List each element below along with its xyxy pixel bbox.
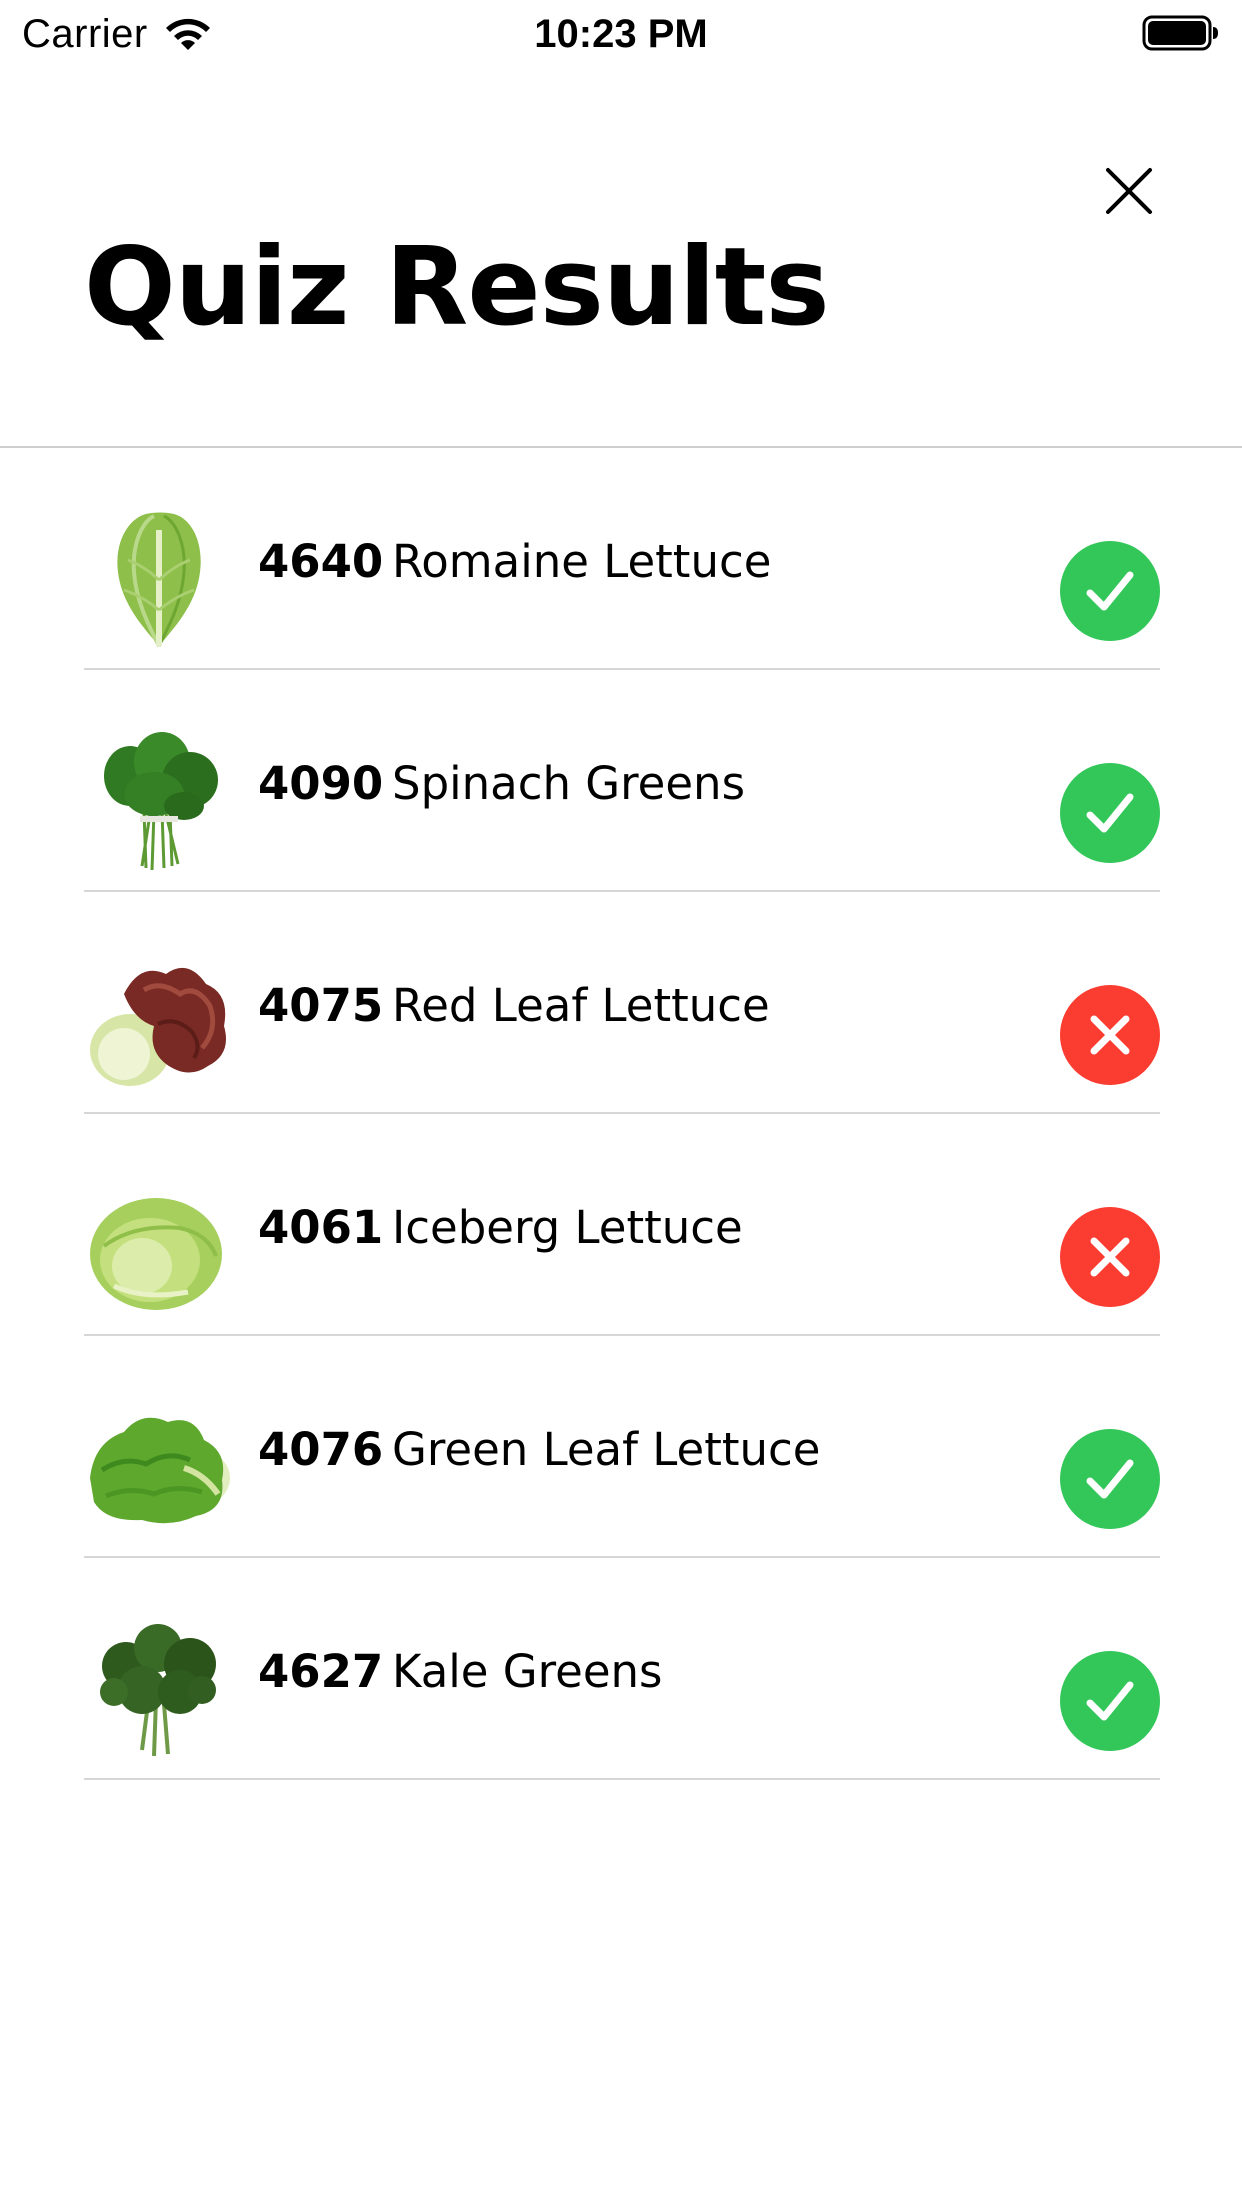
- green-leaf-lettuce-image: [84, 1398, 234, 1538]
- checkmark-icon: [1086, 1459, 1134, 1499]
- produce-name: Iceberg Lettuce: [392, 1201, 743, 1254]
- battery-icon: [1142, 14, 1220, 52]
- produce-name: Green Leaf Lettuce: [392, 1423, 821, 1476]
- checkmark-icon: [1086, 1681, 1134, 1721]
- close-icon: [1106, 168, 1152, 214]
- close-button[interactable]: [1098, 160, 1160, 222]
- x-mark-icon: [1090, 1237, 1130, 1277]
- result-row: 4090 Spinach Greens: [0, 670, 1242, 892]
- correct-badge: [1060, 1651, 1160, 1751]
- result-row: 4075 Red Leaf Lettuce: [0, 892, 1242, 1114]
- result-row: 4627 Kale Greens: [0, 1558, 1242, 1780]
- checkmark-icon: [1086, 571, 1134, 611]
- quiz-results-list: 4640 Romaine Lettuce 4090 Spinach Greens: [0, 448, 1242, 1780]
- spinach-greens-image: [84, 732, 234, 872]
- romaine-lettuce-image: [84, 510, 234, 650]
- page-title: Quiz Results: [84, 225, 830, 350]
- result-row: 4061 Iceberg Lettuce: [0, 1114, 1242, 1336]
- incorrect-badge: [1060, 985, 1160, 1085]
- plu-code: 4090: [258, 757, 384, 810]
- correct-badge: [1060, 541, 1160, 641]
- kale-greens-image: [84, 1620, 234, 1760]
- result-row: 4640 Romaine Lettuce: [0, 448, 1242, 670]
- produce-name: Red Leaf Lettuce: [392, 979, 770, 1032]
- plu-code: 4640: [258, 535, 384, 588]
- plu-code: 4627: [258, 1645, 384, 1698]
- produce-name: Spinach Greens: [392, 757, 746, 810]
- plu-code: 4076: [258, 1423, 384, 1476]
- x-mark-icon: [1090, 1015, 1130, 1055]
- produce-name: Romaine Lettuce: [392, 535, 772, 588]
- status-time: 10:23 PM: [534, 12, 708, 56]
- correct-badge: [1060, 1429, 1160, 1529]
- correct-badge: [1060, 763, 1160, 863]
- checkmark-icon: [1086, 793, 1134, 833]
- result-row: 4076 Green Leaf Lettuce: [0, 1336, 1242, 1558]
- plu-code: 4075: [258, 979, 384, 1032]
- produce-name: Kale Greens: [392, 1645, 663, 1698]
- iceberg-lettuce-image: [84, 1176, 234, 1316]
- incorrect-badge: [1060, 1207, 1160, 1307]
- status-bar: Carrier 10:23 PM: [0, 0, 1242, 68]
- plu-code: 4061: [258, 1201, 384, 1254]
- red-leaf-lettuce-image: [84, 954, 234, 1094]
- row-divider: [84, 1778, 1160, 1780]
